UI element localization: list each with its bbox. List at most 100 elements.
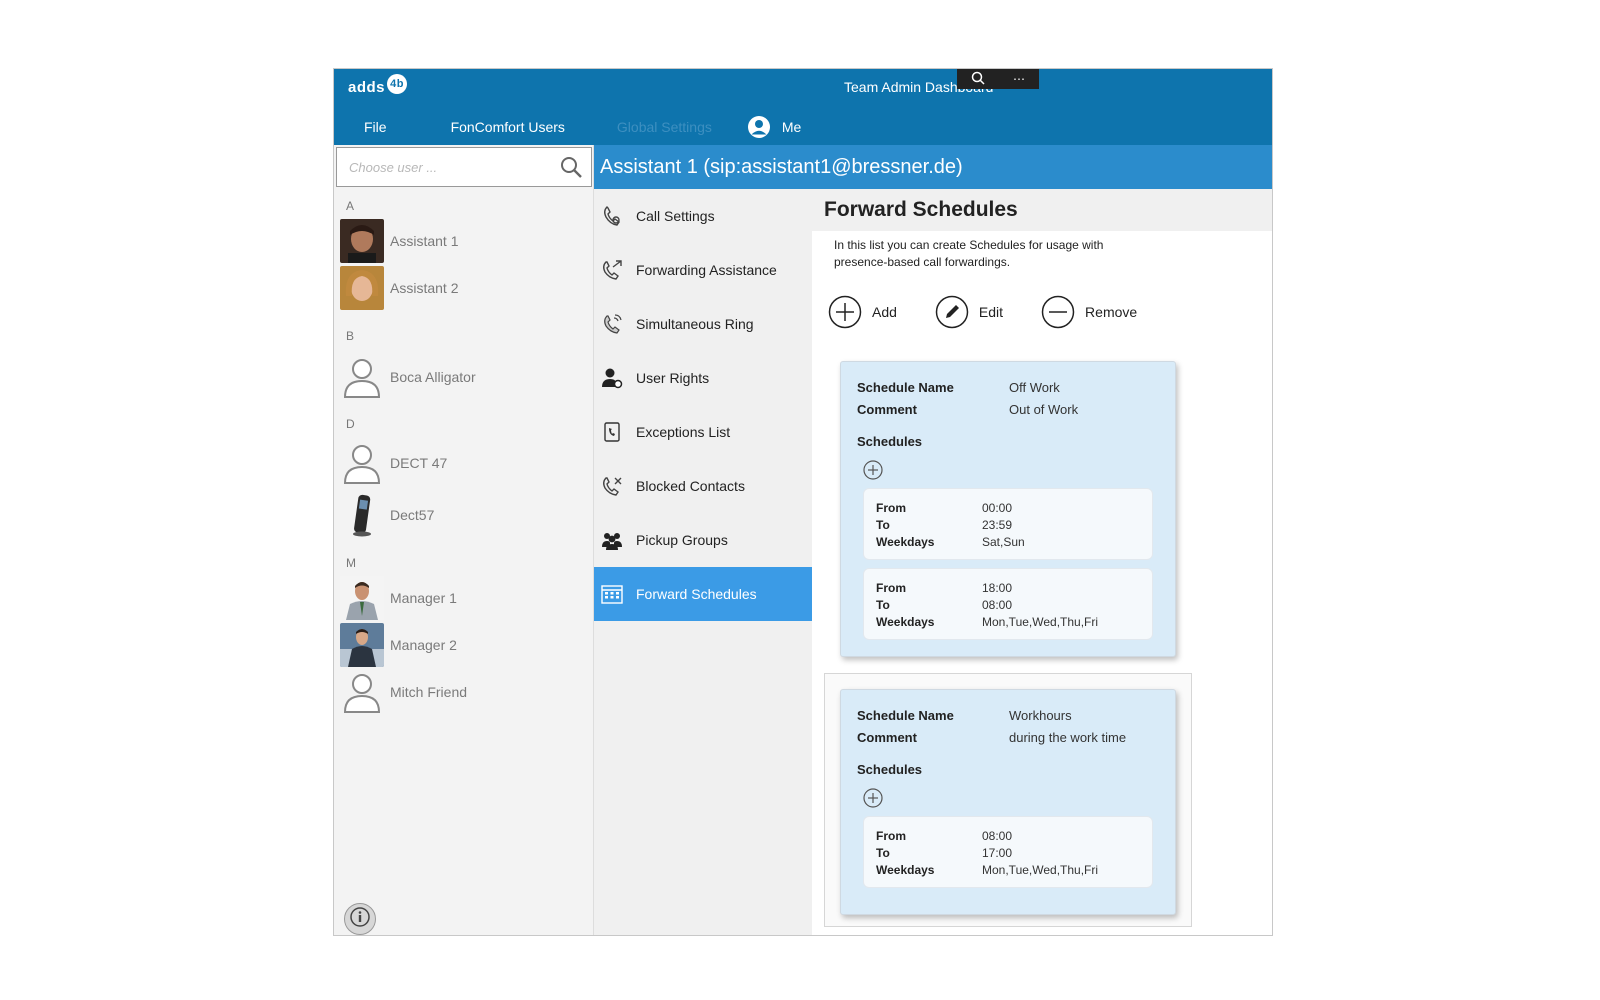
user-name: Manager 2 (390, 636, 457, 653)
remove-button[interactable]: Remove (1041, 295, 1137, 329)
menu-me[interactable]: Me (747, 116, 802, 138)
user-item-manager-1[interactable]: Manager 1 (340, 574, 590, 621)
nav-label: Simultaneous Ring (636, 316, 754, 332)
zoom-icon[interactable] (971, 71, 985, 88)
remove-icon (1041, 295, 1075, 329)
call-settings-icon (600, 204, 624, 228)
comment-value: Out of Work (1009, 402, 1079, 417)
comment-label: Comment (857, 402, 917, 417)
user-item-mitch-friend[interactable]: Mitch Friend (340, 668, 590, 715)
user-item-assistant-2[interactable]: Assistant 2 (340, 264, 590, 311)
group-header-a: A (346, 199, 355, 213)
forward-schedules-panel: Forward Schedules In this list you can c… (812, 189, 1272, 935)
user-name: DECT 47 (390, 455, 448, 471)
edit-label: Edit (978, 304, 1004, 320)
user-list: A Assistant 1 Assistant 2 B Boca Alligat… (340, 195, 590, 715)
menu-global-settings[interactable]: Global Settings (617, 119, 712, 135)
user-icon (747, 116, 770, 138)
default-user-icon (340, 670, 384, 714)
user-name: Assistant 2 (390, 279, 459, 296)
group-header-b: B (346, 329, 355, 343)
schedule-card-workhours[interactable]: Schedule Name Workhours Comment during t… (840, 689, 1176, 915)
add-button[interactable]: Add (828, 295, 897, 329)
user-name: Assistant 1 (390, 232, 459, 249)
selected-user-header: Assistant 1 (sip:assistant1@bressner.de) (594, 145, 1272, 189)
from-label: From (876, 581, 906, 595)
menu-file[interactable]: File (364, 119, 387, 135)
logo-badge: 4b (387, 73, 408, 94)
default-user-icon (340, 355, 384, 399)
user-item-assistant-1[interactable]: Assistant 1 (340, 217, 590, 264)
user-item-dect57[interactable]: Dect57 (340, 491, 590, 538)
comment-row: Comment during the work time (857, 730, 1177, 748)
schedules-label: Schedules (857, 762, 923, 777)
logo-text: adds (348, 79, 386, 96)
weekdays-value: Mon,Tue,Wed,Thu,Fri (982, 863, 1099, 877)
to-value: 08:00 (982, 598, 1013, 612)
nav-exceptions-list[interactable]: Exceptions List (594, 405, 812, 459)
avatar-photo (340, 265, 384, 310)
nav-user-rights[interactable]: User Rights (594, 351, 812, 405)
user-rights-icon (600, 366, 624, 390)
add-icon (828, 295, 862, 329)
dect-phone-icon (340, 493, 384, 537)
from-label: From (876, 501, 906, 515)
nav-simultaneous-ring[interactable]: Simultaneous Ring (594, 297, 812, 351)
user-item-boca-alligator[interactable]: Boca Alligator (340, 347, 590, 407)
blocked-contacts-icon (600, 474, 624, 498)
pickup-groups-icon (600, 528, 624, 552)
to-label: To (876, 518, 890, 532)
to-value: 17:00 (982, 846, 1013, 860)
add-label: Add (872, 304, 897, 320)
nav-label: Forwarding Assistance (636, 262, 777, 278)
nav-forwarding-assistance[interactable]: Forwarding Assistance (594, 243, 812, 297)
add-slot-button[interactable] (863, 788, 883, 808)
schedule-name-value: Workhours (1009, 708, 1072, 723)
floating-toolbar[interactable]: ⋯ (957, 69, 1039, 89)
more-icon[interactable]: ⋯ (1013, 72, 1025, 86)
edit-button[interactable]: Edit (935, 295, 1003, 329)
search-icon[interactable] (559, 155, 583, 179)
user-search (336, 147, 592, 187)
nav-forward-schedules[interactable]: Forward Schedules (594, 567, 812, 621)
add-icon (863, 460, 883, 480)
menu-bar: File FonComfort Users Global Settings Me (334, 109, 801, 145)
from-value: 00:00 (982, 501, 1013, 515)
nav-call-settings[interactable]: Call Settings (594, 189, 812, 243)
avatar-photo (340, 622, 384, 667)
schedule-name-row: Schedule Name Off Work (857, 380, 1177, 398)
user-item-manager-2[interactable]: Manager 2 (340, 621, 590, 668)
weekdays-label: Weekdays (876, 535, 935, 549)
schedule-slot[interactable]: From 18:00 To 08:00 Weekdays Mon,Tue,Wed,Th… (863, 568, 1153, 640)
nav-label: Blocked Contacts (636, 478, 745, 494)
nav-label: Pickup Groups (636, 532, 728, 548)
to-value: 23:59 (982, 518, 1013, 532)
user-list-pane: A Assistant 1 Assistant 2 B Boca Alligat… (334, 145, 594, 935)
from-value: 18:00 (982, 581, 1013, 595)
schedule-name-label: Schedule Name (857, 708, 954, 723)
nav-pickup-groups[interactable]: Pickup Groups (594, 513, 812, 567)
page-title: Forward Schedules (812, 189, 1272, 231)
default-user-icon (340, 441, 384, 485)
user-item-dect-47[interactable]: DECT 47 (340, 435, 590, 491)
app-logo: adds 4b (348, 73, 408, 96)
simultaneous-ring-icon (600, 312, 624, 336)
user-name: Mitch Friend (390, 683, 468, 700)
schedule-card-off-work[interactable]: Schedule Name Off Work Comment Out of Wo… (840, 361, 1176, 657)
nav-label: User Rights (636, 370, 710, 386)
menu-me-label: Me (781, 119, 802, 135)
nav-blocked-contacts[interactable]: Blocked Contacts (594, 459, 812, 513)
schedule-slot[interactable]: From 00:00 To 23:59 Weekdays Sat,Sun (863, 488, 1153, 560)
comment-label: Comment (857, 730, 917, 745)
add-slot-button[interactable] (863, 460, 883, 480)
schedule-slot[interactable]: From 08:00 To 17:00 Weekdays Mon,Tue,Wed,Th… (863, 816, 1153, 888)
avatar-photo (340, 218, 384, 263)
comment-row: Comment Out of Work (857, 402, 1177, 420)
user-name: Manager 1 (390, 589, 457, 606)
user-search-input[interactable] (347, 158, 559, 176)
schedule-name-row: Schedule Name Workhours (857, 708, 1177, 726)
remove-label: Remove (1085, 304, 1138, 320)
schedules-label: Schedules (857, 434, 923, 449)
menu-foncomfort-users[interactable]: FonComfort Users (451, 119, 565, 135)
info-button[interactable] (344, 903, 376, 935)
